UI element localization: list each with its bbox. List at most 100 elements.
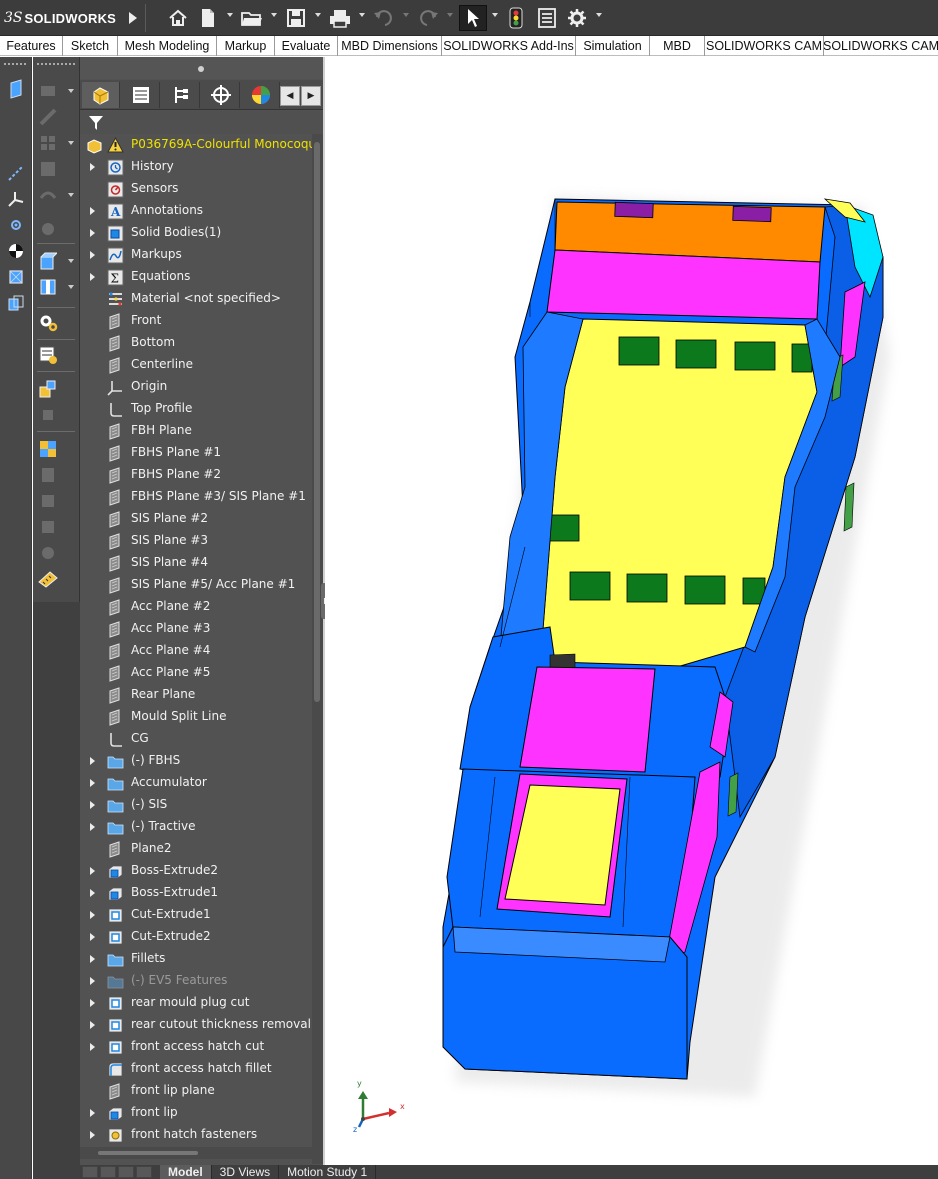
expand-arrow-icon[interactable] [90,911,95,919]
tabs-scroll-left-icon[interactable]: ◀ [280,86,300,106]
coordinate-system-icon[interactable] [6,189,26,209]
freeform-icon[interactable] [38,219,58,239]
tree-item[interactable]: Top Profile [80,398,312,420]
expand-arrow-icon[interactable] [90,207,95,215]
tree-item[interactable]: Rear Plane [80,684,312,706]
tab-mbd-dimensions[interactable]: MBD Dimensions [338,36,442,56]
drawing-icon[interactable] [38,465,58,485]
save-icon[interactable] [284,6,308,30]
expand-arrow-icon[interactable] [90,1109,95,1117]
new-dropdown-icon[interactable] [227,13,233,17]
tree-item[interactable]: A Annotations [80,200,312,222]
tab-prev-icon[interactable] [100,1166,116,1178]
tab-simulation[interactable]: Simulation [576,36,650,56]
tree-item[interactable]: FBHS Plane #1 [80,442,312,464]
tree-item[interactable]: Accumulator [80,772,312,794]
print-dropdown-icon[interactable] [359,13,365,17]
options-gear-icon[interactable] [566,6,588,30]
mate-reference-icon[interactable] [6,293,26,313]
expand-arrow-icon[interactable] [90,251,95,259]
tree-item[interactable]: Markups [80,244,312,266]
point-tool-icon[interactable] [6,215,26,235]
tree-item[interactable]: Origin [80,376,312,398]
extrude-dropdown-icon[interactable] [68,259,74,263]
gear-features-icon[interactable] [38,313,58,333]
surfaces-dropdown-icon[interactable] [68,193,74,197]
expand-arrow-icon[interactable] [90,999,95,1007]
tab-features[interactable]: Features [0,36,63,56]
tree-item[interactable]: Acc Plane #3 [80,618,312,640]
expand-arrow-icon[interactable] [90,801,95,809]
tree-item[interactable]: Acc Plane #5 [80,662,312,684]
tree-item[interactable]: front lip [80,1102,312,1124]
tree-item[interactable]: FBHS Plane #3/ SIS Plane #1 [80,486,312,508]
tree-item[interactable]: Fillets [80,948,312,970]
tree-item[interactable]: FBHS Plane #2 [80,464,312,486]
filter-funnel-icon[interactable] [88,115,104,135]
home-icon[interactable] [166,6,190,30]
tree-item[interactable]: rear mould plug cut [80,992,312,1014]
tab-mesh-modeling[interactable]: Mesh Modeling [118,36,217,56]
file-properties-icon[interactable] [536,6,558,30]
plane-tool-icon[interactable] [6,79,26,99]
tab-evaluate[interactable]: Evaluate [275,36,338,56]
tab-model[interactable]: Model [160,1165,212,1179]
tree-item[interactable]: CG [80,728,312,750]
rebuild-dropdown-icon[interactable] [447,13,453,17]
graphics-viewport[interactable]: x y z [325,57,938,1165]
tree-item[interactable]: Mould Split Line [80,706,312,728]
tree-item[interactable]: front lip plane [80,1080,312,1102]
print-icon[interactable] [328,6,352,30]
motion-icon[interactable] [38,543,58,563]
select-cursor-icon[interactable] [459,5,487,31]
tree-item[interactable]: Acc Plane #4 [80,640,312,662]
tab-sketch[interactable]: Sketch [63,36,118,56]
expand-arrow-icon[interactable] [90,889,95,897]
tab-markup[interactable]: Markup [217,36,275,56]
simulation-icon[interactable] [38,491,58,511]
photoview-icon[interactable] [38,517,58,537]
tree-item[interactable]: front access hatch cut [80,1036,312,1058]
undo-icon[interactable] [372,6,396,30]
tree-item[interactable]: SIS Plane #3 [80,530,312,552]
tab-mbd[interactable]: MBD [650,36,705,56]
panel-grip[interactable] [80,57,323,79]
tree-item[interactable]: SIS Plane #4 [80,552,312,574]
feature-manager-tab-icon[interactable] [82,82,120,108]
assembly-icon[interactable] [38,379,58,399]
select-dropdown-icon[interactable] [492,13,498,17]
tree-item[interactable]: Acc Plane #2 [80,596,312,618]
tab-motion-study-1[interactable]: Motion Study 1 [279,1165,377,1179]
mold-tools-icon[interactable] [38,159,58,179]
save-dropdown-icon[interactable] [315,13,321,17]
expand-arrow-icon[interactable] [90,823,95,831]
toolbox-icon[interactable] [38,439,58,459]
tree-item[interactable]: front access hatch fillet [80,1058,312,1080]
tab-next-icon[interactable] [118,1166,134,1178]
traffic-light-icon[interactable] [506,6,526,30]
tree-item[interactable]: Material <not specified> [80,288,312,310]
tab-3d-views[interactable]: 3D Views [212,1165,280,1179]
linear-pattern-icon[interactable] [38,133,58,153]
tree-item[interactable]: SIS Plane #2 [80,508,312,530]
tree-item[interactable]: (-) EV5 Features [80,970,312,992]
tree-item[interactable]: SIS Plane #5/ Acc Plane #1 [80,574,312,596]
expand-arrow-icon[interactable] [90,1043,95,1051]
display-manager-tab-icon[interactable] [242,82,280,108]
tabs-scroll-right-icon[interactable]: ▶ [301,86,321,106]
tree-item[interactable]: Boss-Extrude1 [80,882,312,904]
expand-arrow-icon[interactable] [90,867,95,875]
solidworks-logo[interactable]: 3S SOLIDWORKS [4,7,116,29]
tree-item[interactable]: (-) SIS [80,794,312,816]
tab-solidworks-add-ins[interactable]: SOLIDWORKS Add-Ins [442,36,576,56]
tree-item[interactable]: Front [80,310,312,332]
tree-item[interactable]: (-) Tractive [80,816,312,838]
expand-arrow-icon[interactable] [90,163,95,171]
tree-item[interactable]: rear cutout thickness removal [80,1014,312,1036]
pattern-dropdown-icon[interactable] [68,141,74,145]
options-dropdown-icon[interactable] [596,13,602,17]
move-component-icon[interactable] [38,405,58,425]
tree-item[interactable]: Centerline [80,354,312,376]
tree-item[interactable]: front hatch fasteners [80,1124,312,1146]
bounding-box-icon[interactable] [6,267,26,287]
